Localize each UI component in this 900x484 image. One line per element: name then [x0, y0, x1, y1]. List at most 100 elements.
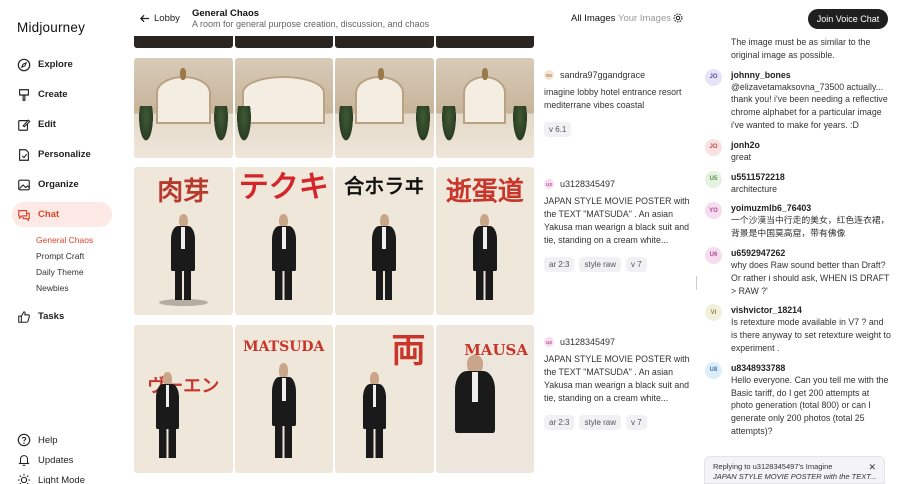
param-tag[interactable]: style raw: [579, 257, 622, 272]
room-subtitle: A room for general purpose creation, dis…: [192, 19, 430, 29]
nav-personalize[interactable]: Personalize: [12, 142, 112, 167]
join-voice-chat-button[interactable]: Join Voice Chat: [808, 9, 888, 29]
gear-icon[interactable]: [672, 12, 684, 24]
param-tag[interactable]: style raw: [579, 415, 622, 430]
close-icon[interactable]: ✕: [868, 462, 876, 473]
feed-post: ヴーエン MATSUDA 両 MAUSA U3 u3128345497 JAPA…: [134, 325, 694, 473]
generated-image[interactable]: MATSUDA: [234, 325, 333, 473]
nav-organize[interactable]: Organize: [12, 172, 112, 197]
room-newbies[interactable]: Newbies: [36, 280, 112, 296]
param-tag[interactable]: v 7: [626, 257, 647, 272]
avatar[interactable]: YO: [705, 202, 722, 220]
chat-message: JO johnny_bones @elizavetamaksovna_73500 …: [700, 68, 900, 132]
generated-image[interactable]: 両: [335, 325, 434, 473]
chat-message: The image must be as similar to the orig…: [700, 36, 900, 62]
avatar[interactable]: U8: [705, 361, 722, 379]
message-author[interactable]: u8348933788: [731, 362, 891, 374]
sun-icon: [17, 473, 31, 484]
nav-light-mode[interactable]: Light Mode: [12, 470, 112, 484]
personalize-icon: [19, 148, 29, 161]
nav-help-label: Help: [38, 434, 58, 446]
nav-edit[interactable]: Edit: [12, 112, 112, 137]
post-prompt[interactable]: imagine lobby hotel entrance resort medi…: [544, 86, 694, 112]
post-meta: U3 u3128345497 JAPAN STYLE MOVIE POSTER …: [544, 325, 694, 430]
generated-image[interactable]: MAUSA: [435, 325, 534, 473]
message-text: @elizavetamaksovna_73500 actually... tha…: [731, 81, 888, 130]
generated-image[interactable]: テクキ: [234, 167, 333, 315]
thumbs-up-icon: [18, 310, 30, 323]
reply-preview: JAPAN STYLE MOVIE POSTER with the TEXT..…: [713, 472, 877, 481]
post-username: u3128345497: [560, 337, 616, 347]
param-tag[interactable]: v 7: [626, 415, 647, 430]
tab-all-images[interactable]: All Images: [571, 13, 615, 24]
nav-chat[interactable]: Chat: [12, 202, 112, 227]
nav-organize-label: Organize: [38, 179, 79, 190]
post-author[interactable]: U3 u3128345497: [544, 179, 694, 189]
room-general-chaos[interactable]: General Chaos: [36, 232, 112, 248]
image-grid: [134, 58, 534, 158]
image-feed[interactable]: SA sandra97ggandgrace imagine lobby hote…: [134, 36, 694, 484]
nav-create-label: Create: [38, 89, 68, 100]
nav-tasks[interactable]: Tasks: [12, 304, 112, 329]
room-title: General Chaos: [192, 8, 260, 19]
nav-create[interactable]: Create: [12, 82, 112, 107]
image-grid: 肉芽 テクキ 合ホラヰ 逝蛋道: [134, 167, 534, 315]
nav-edit-label: Edit: [38, 119, 56, 130]
message-author[interactable]: u5511572218: [731, 171, 891, 183]
nav-help[interactable]: Help: [12, 430, 112, 450]
message-author[interactable]: vishvictor_18214: [731, 304, 891, 316]
room-header: Lobby General Chaos A room for general p…: [134, 0, 694, 36]
avatar[interactable]: JO: [705, 68, 722, 86]
back-to-lobby-button[interactable]: Lobby: [139, 13, 180, 24]
previous-image[interactable]: [435, 36, 534, 48]
generated-image[interactable]: [234, 58, 333, 158]
chat-message: JO jonh2o great: [700, 138, 900, 164]
param-tag[interactable]: ar 2:3: [544, 257, 575, 272]
message-author[interactable]: u6592947262: [731, 247, 891, 259]
generated-image[interactable]: [435, 58, 534, 158]
param-tag[interactable]: ar 2:3: [544, 415, 575, 430]
nav-tasks-label: Tasks: [38, 311, 65, 322]
tab-your-images[interactable]: Your Images: [618, 13, 671, 24]
sidebar: Midjourney Explore Create Edit Personali…: [0, 0, 124, 484]
post-author[interactable]: U3 u3128345497: [544, 337, 694, 347]
post-tags: ar 2:3 style raw v 7: [544, 415, 694, 430]
feed-post: 肉芽 テクキ 合ホラヰ 逝蛋道 U3 u3128345497 JAPAN STY…: [134, 167, 694, 315]
scrollbar[interactable]: [696, 276, 697, 290]
chat-panel: Join Voice Chat The image must be as sim…: [700, 0, 900, 484]
generated-image[interactable]: 逝蛋道: [435, 167, 534, 315]
poster-text: ヴーエン: [147, 376, 220, 398]
previous-image[interactable]: [335, 36, 434, 48]
post-tags: v 6.1: [544, 122, 694, 137]
avatar[interactable]: U5: [705, 170, 722, 188]
post-author[interactable]: SA sandra97ggandgrace: [544, 70, 694, 80]
post-prompt[interactable]: JAPAN STYLE MOVIE POSTER with the TEXT "…: [544, 195, 694, 247]
avatar[interactable]: U6: [705, 246, 722, 264]
logo[interactable]: Midjourney: [17, 20, 85, 35]
post-prompt[interactable]: JAPAN STYLE MOVIE POSTER with the TEXT "…: [544, 353, 694, 405]
nav-explore[interactable]: Explore: [12, 52, 112, 77]
message-author[interactable]: jonh2o: [731, 139, 891, 151]
room-daily-theme[interactable]: Daily Theme: [36, 264, 112, 280]
generated-image[interactable]: [335, 58, 434, 158]
nav-light-mode-label: Light Mode: [38, 474, 86, 484]
generated-image[interactable]: [134, 58, 233, 158]
generated-image[interactable]: 肉芽: [134, 167, 233, 315]
room-prompt-craft[interactable]: Prompt Craft: [36, 248, 112, 264]
previous-image[interactable]: [134, 36, 233, 48]
post-username: sandra97ggandgrace: [560, 70, 646, 80]
avatar[interactable]: VI: [705, 304, 722, 322]
generated-image[interactable]: 合ホラヰ: [335, 167, 434, 315]
message-author[interactable]: johnny_bones: [731, 69, 891, 81]
generated-image[interactable]: ヴーエン: [134, 325, 233, 473]
message-author[interactable]: yoimuzmlb6_76403: [731, 202, 891, 214]
message-text: Hello everyone. Can you tell me with the…: [731, 374, 889, 436]
avatar: U3: [544, 337, 554, 347]
nav-updates[interactable]: Updates: [12, 450, 112, 470]
chat-message: VI vishvictor_18214 Is retexture mode ava…: [700, 304, 900, 354]
avatar[interactable]: JO: [705, 138, 722, 156]
param-tag[interactable]: v 6.1: [544, 122, 572, 137]
post-username: u3128345497: [560, 179, 616, 189]
chat-messages: The image must be as similar to the orig…: [700, 30, 900, 445]
previous-image[interactable]: [234, 36, 333, 48]
